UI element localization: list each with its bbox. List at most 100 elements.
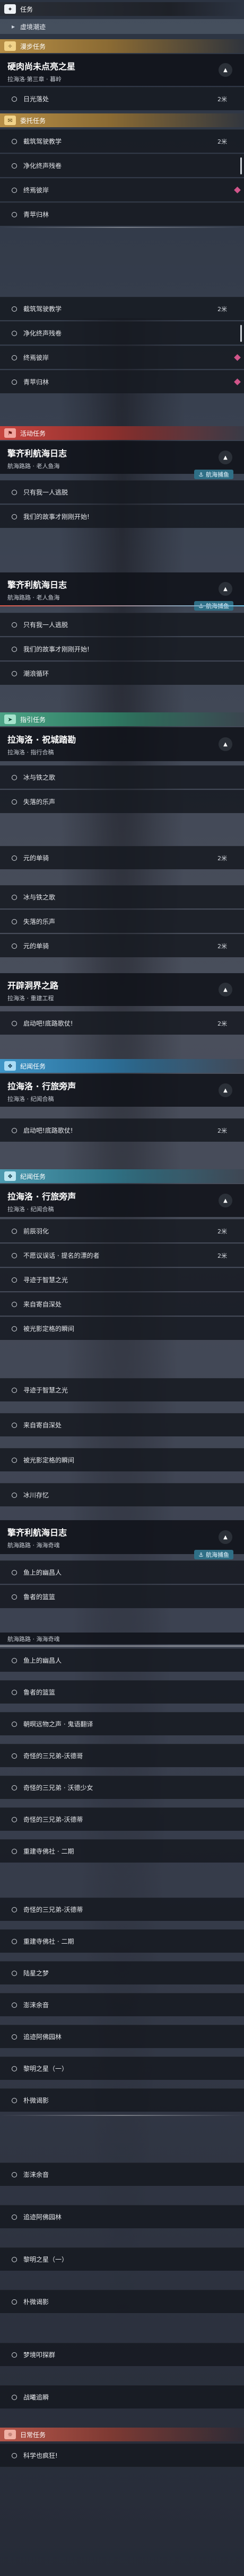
list-item-label: 重建寺佛社 · 二期	[23, 1848, 74, 1855]
section-label: 委托任务	[20, 117, 46, 125]
list-item[interactable]: 鲁者的篮篮	[0, 1585, 244, 1608]
list-item[interactable]: 我们的故事才刚刚开始!	[0, 505, 244, 528]
list-item[interactable]: 元的单骑 2米	[0, 846, 244, 869]
active-filter[interactable]: ▸ 虚境潮迹	[0, 19, 244, 34]
quest-header[interactable]: 硬肉尚未点亮之星 拉海洛·第三章 · 暮岭 ▲	[0, 54, 244, 86]
list-item[interactable]: 黎明之星（一）	[0, 2247, 244, 2271]
list-item[interactable]: 前辰羽化 2米	[0, 1219, 244, 1242]
list-item[interactable]: 追迹阿佛园林	[0, 2025, 244, 2048]
list-item[interactable]: 冰与铁之歌	[0, 885, 244, 908]
list-item[interactable]: 启动吧!底路歌仗! 2米	[0, 1118, 244, 1142]
list-item[interactable]: 我们的故事才刚刚开始!	[0, 637, 244, 660]
list-item[interactable]: 朝暝远物之声 · 鬼语翻译	[0, 1712, 244, 1735]
distance: 2米	[217, 95, 227, 103]
list-item[interactable]: 重建寺佛社 · 二期	[0, 1929, 244, 1953]
list-item[interactable]: 只有我一人逃脱	[0, 480, 244, 504]
list-item[interactable]: 奇怪的三兄弟-沃德蒂	[0, 1807, 244, 1831]
section-header-tasks: ✦ 任务	[0, 2, 244, 16]
chevron-up-icon[interactable]: ▲	[219, 63, 232, 77]
chevron-up-icon[interactable]: ▲	[219, 737, 232, 751]
radio-icon	[12, 330, 17, 336]
list-item[interactable]: 终焉彼岸	[0, 346, 244, 369]
quest-header[interactable]: 擎齐利航海日志 航海路路 · 老人鱼海 ▲ ⚓航海捕鱼	[0, 441, 244, 479]
radio-icon	[12, 622, 17, 628]
list-item-label: 来自寄自深处	[23, 1422, 62, 1429]
quest-subtitle: 航海路路 · 海海奇魂	[7, 1636, 60, 1643]
chevron-up-icon[interactable]: ▲	[219, 1194, 232, 1207]
list-item[interactable]: 寻迹于智慧之光	[0, 1268, 244, 1291]
quest-header[interactable]: 拉海洛 · 行旅旁声 拉海洛 · 纪闻合稿 ▲	[0, 1074, 244, 1107]
list-item-label: 只有我一人逃脱	[23, 489, 68, 496]
list-item[interactable]: 冰川存忆	[0, 1483, 244, 1506]
list-item[interactable]: 潮浪循环	[0, 661, 244, 685]
list-item[interactable]: 被光影定格的瞬间	[0, 1317, 244, 1340]
quest-header[interactable]: 擎齐利航海日志 航海路路 · 海海奇魂 ▲ ⚓ 航海捕鱼	[0, 1520, 244, 1559]
list-item[interactable]: 奇怪的三兄弟-沃德哥	[0, 1744, 244, 1767]
list-item[interactable]: 鱼上的幽昌人	[0, 1560, 244, 1584]
list-item[interactable]: 朴微谒影	[0, 2088, 244, 2112]
chevron-up-icon[interactable]: ▲	[219, 451, 232, 464]
list-item[interactable]: 澎涞余音	[0, 1993, 244, 2016]
list-item[interactable]: 青苹归林	[0, 370, 244, 393]
scrollbar[interactable]	[240, 157, 242, 174]
list-item[interactable]: 元的单骑 2米	[0, 934, 244, 957]
list-item-label: 黎明之星（一）	[23, 2256, 68, 2263]
list-item[interactable]: 梦境叩探群	[0, 2343, 244, 2366]
list-item[interactable]: 鱼上的幽昌人	[0, 1648, 244, 1672]
list-item[interactable]: 黎明之星（一）	[0, 2057, 244, 2080]
quest-header[interactable]: 拉海洛 · 行旅旁声 拉海洛 · 纪闻合稿 ▲	[0, 1184, 244, 1217]
list-item[interactable]: 追迹阿佛园林	[0, 2205, 244, 2228]
list-item[interactable]: 净化终声残卷	[0, 321, 244, 345]
list-item[interactable]: 陆星之梦	[0, 1961, 244, 1984]
radio-icon	[12, 2214, 17, 2220]
chevron-up-icon[interactable]: ▲	[219, 983, 232, 996]
list-item[interactable]: 截筑驾驶教学 2米	[0, 297, 244, 320]
list-item[interactable]: 寻迹于智慧之光	[0, 1378, 244, 1401]
radio-icon	[12, 2256, 17, 2262]
chevron-up-icon[interactable]: ▲	[219, 1083, 232, 1097]
radio-icon	[12, 306, 17, 312]
list-item[interactable]: 来自寄自深处	[0, 1413, 244, 1436]
list-item[interactable]: 青苹归林	[0, 202, 244, 226]
list-item-label: 追迹阿佛园林	[23, 2213, 62, 2221]
list-item[interactable]: 日光落处 2米	[0, 87, 244, 110]
list-item-label: 冰川存忆	[23, 1492, 49, 1499]
quest-header[interactable]: 开辟洞界之路 拉海洛 · 重建工程 ▲	[0, 973, 244, 1006]
quest-header[interactable]: 拉海洛 · 祝城踏勘 拉海洛 · 指行合稿 ▲	[0, 727, 244, 761]
list-item[interactable]: 重建寺佛社 · 二期	[0, 1839, 244, 1863]
list-item-label: 朴微谒影	[23, 2097, 49, 2104]
list-item[interactable]: 终焉彼岸	[0, 178, 244, 201]
quest-header[interactable]: 擎齐利航海日志 航海路路 · 老人鱼海 ▲ ⚓航海捕鱼	[0, 572, 244, 611]
list-item[interactable]: 澎涞余音	[0, 2163, 244, 2186]
chevron-up-icon[interactable]: ▲	[219, 582, 232, 596]
list-item[interactable]: 战曦追瞬	[0, 2385, 244, 2409]
chevron-up-icon[interactable]: ▲	[219, 1530, 232, 1544]
list-item[interactable]: 只有我一人逃脱	[0, 613, 244, 636]
radio-icon	[12, 799, 17, 805]
radio-icon	[12, 1689, 17, 1695]
list-item[interactable]: 冰与铁之歌	[0, 765, 244, 789]
list-item[interactable]: 失落的乐声	[0, 910, 244, 933]
list-item[interactable]: 被光影定格的瞬间	[0, 1448, 244, 1471]
quest-title: 擎齐利航海日志	[7, 448, 67, 458]
scrollbar[interactable]	[240, 325, 242, 342]
quest-subheader: 航海路路 · 海海奇魂	[0, 1633, 244, 1644]
list-item[interactable]: 科学也疯狂!	[0, 2443, 244, 2467]
list-item[interactable]: 奇怪的三兄弟 · 沃德少女	[0, 1776, 244, 1799]
list-item[interactable]: 失落的乐声	[0, 790, 244, 813]
quest-tag-label: 航海捕鱼	[206, 1551, 229, 1558]
list-item[interactable]: 鲁者的篮篮	[0, 1680, 244, 1704]
list-item[interactable]: 来自寄自深处	[0, 1292, 244, 1316]
quest-title: 开辟洞界之路	[7, 981, 59, 991]
list-item[interactable]: 不愿议误话 · 提名的漂的者 2米	[0, 1243, 244, 1267]
radio-icon	[12, 1657, 17, 1663]
list-item[interactable]: 启动吧!底路歌仗! 2米	[0, 1011, 244, 1035]
radio-icon	[12, 1848, 17, 1854]
book-icon: ❖	[4, 1061, 16, 1071]
book-icon: ❖	[4, 1171, 16, 1181]
list-item[interactable]: 净化终声残卷	[0, 154, 244, 177]
list-item[interactable]: 朴微谒影	[0, 2290, 244, 2313]
list-item[interactable]: 奇怪的三兄弟-沃德蒂	[0, 1898, 244, 1921]
section-label: 漫步任务	[20, 42, 46, 50]
list-item[interactable]: 截筑驾驶教学 2米	[0, 129, 244, 153]
